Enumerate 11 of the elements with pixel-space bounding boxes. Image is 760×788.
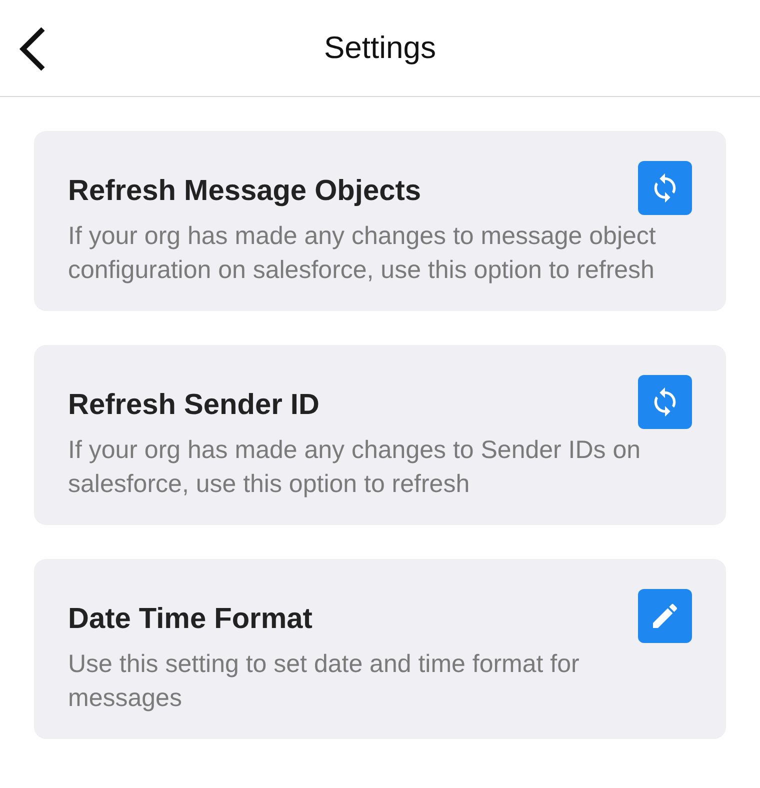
refresh-button[interactable] [638, 161, 692, 215]
card-description: If your org has made any changes to Sender IDs on salesforce, use this option to refresh [68, 435, 642, 500]
card-title: Refresh Sender ID [68, 388, 320, 422]
back-icon [17, 26, 47, 72]
page-title: Settings [324, 30, 436, 66]
card-title: Date Time Format [68, 602, 312, 636]
refresh-button[interactable] [638, 375, 692, 429]
card-title: Refresh Message Objects [68, 174, 421, 208]
card-description: If your org has made any changes to message object configuration on salesforce, use this option to refresh [68, 221, 657, 286]
edit-button[interactable] [638, 589, 692, 643]
card-description: Use this setting to set date and time format for messages [68, 649, 580, 714]
